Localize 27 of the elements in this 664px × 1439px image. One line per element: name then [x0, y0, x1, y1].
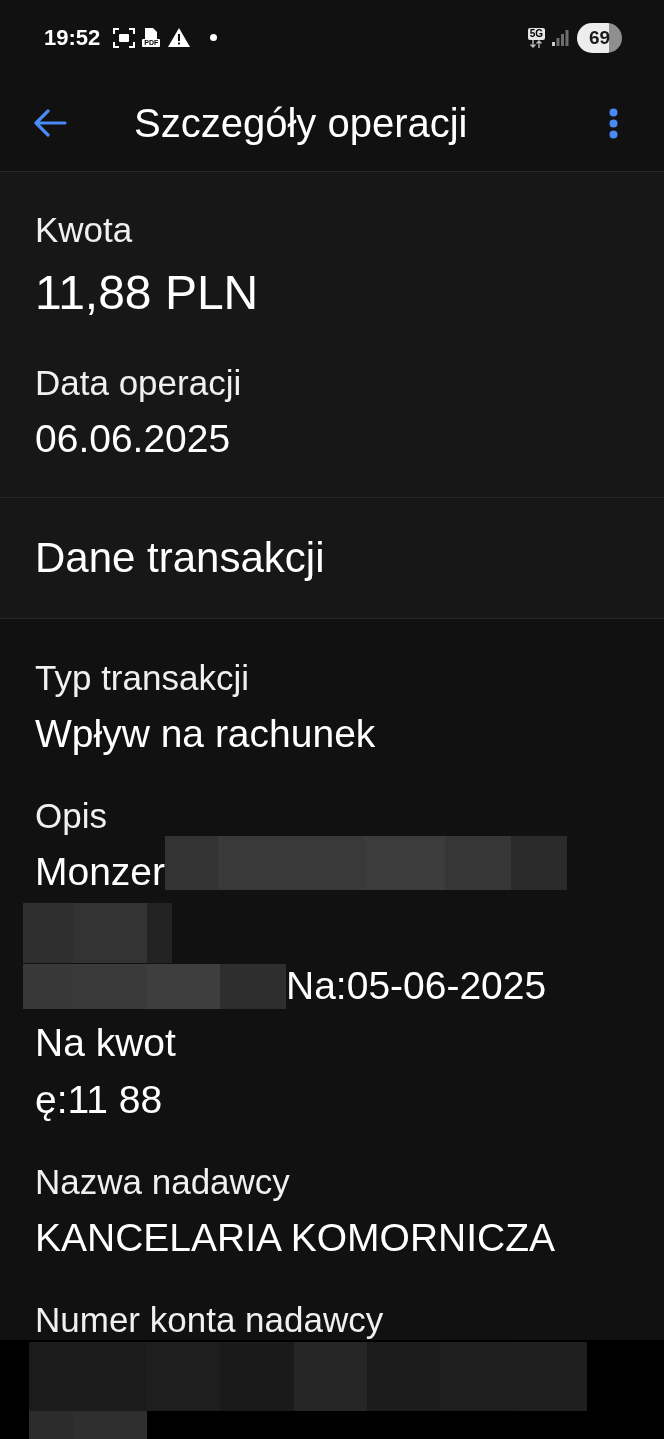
field-value: Wpływ na rachunek — [35, 712, 376, 756]
back-arrow-icon — [33, 109, 67, 137]
field-label: Kwota — [35, 210, 133, 250]
section-title: Dane transakcji — [35, 534, 325, 582]
file-icon — [144, 28, 159, 39]
network-type-badge: 5G — [527, 27, 545, 40]
screenshot-icon — [113, 27, 136, 48]
field-label: Numer konta nadawcy — [35, 1300, 384, 1340]
notification-dot-icon — [210, 34, 218, 41]
battery-badge: 69 — [577, 22, 622, 53]
field-value: KANCELARIA KOMORNICZA — [35, 1216, 556, 1260]
data-arrows-icon — [530, 39, 543, 48]
field-label: Nazwa nadawcy — [35, 1162, 290, 1202]
more-options-icon — [609, 107, 618, 139]
screen-title: Szczegóły operacji — [134, 100, 468, 147]
field-label: Typ transakcji — [35, 658, 249, 698]
status-time: 19:52 — [44, 26, 101, 49]
field-value: ę:11 88 — [35, 1078, 163, 1122]
signal-icon — [552, 29, 569, 46]
field-value: Monzer — [35, 850, 166, 894]
field-value: 06.06.2025 — [35, 417, 231, 461]
amount-value: 11,88 PLN — [35, 265, 259, 321]
field-label: Opis — [35, 796, 107, 836]
field-value: Na kwot — [35, 1021, 176, 1065]
field-label: Data operacji — [35, 363, 242, 403]
warning-icon — [168, 28, 191, 47]
field-value: Na:05-06-2025 — [286, 964, 547, 1008]
